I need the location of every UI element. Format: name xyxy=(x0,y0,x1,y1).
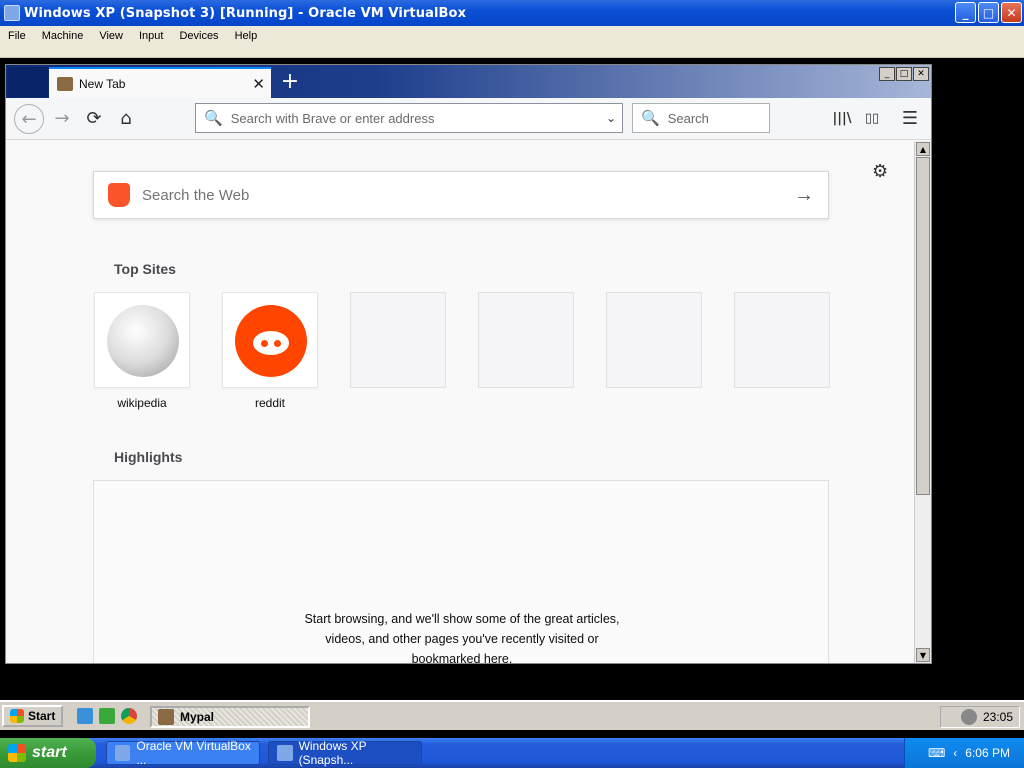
host-start-button[interactable]: start xyxy=(0,738,96,768)
menu-machine[interactable]: Machine xyxy=(34,30,92,42)
top-sites-title: Top Sites xyxy=(114,261,176,277)
search-icon: 🔍 xyxy=(204,110,223,127)
guest-taskbar: Start Mypal 23:05 xyxy=(0,700,1024,730)
host-task-label: Oracle VM VirtualBox ... xyxy=(136,739,251,767)
host-system-tray: ⌨ ‹ 6:06 PM xyxy=(904,738,1024,768)
top-site-tile-reddit[interactable] xyxy=(222,292,318,388)
search-bar-placeholder: Search xyxy=(667,110,709,126)
reddit-face xyxy=(253,331,289,355)
virtualbox-icon xyxy=(115,745,131,761)
virtualbox-icon xyxy=(277,745,293,761)
vbox-toolbar-strip xyxy=(0,46,1024,58)
arrow-right-icon[interactable]: → xyxy=(794,184,814,207)
browser-minimize-button[interactable]: _ xyxy=(879,67,895,81)
top-site-label[interactable]: reddit xyxy=(222,396,318,410)
new-tab-button[interactable]: + xyxy=(278,68,302,94)
keyboard-icon[interactable]: ⌨ xyxy=(928,746,945,760)
highlights-empty-state: Start browsing, and we'll show some of t… xyxy=(93,480,829,663)
vbox-close-button[interactable]: ✕ xyxy=(1001,2,1022,23)
tab-label: New Tab xyxy=(79,76,126,91)
browser-window: New Tab ✕ + _ □ ✕ ← → ⟳ ⌂ 🔍 Search with … xyxy=(5,64,932,664)
menu-input[interactable]: Input xyxy=(131,30,171,42)
host-start-label: start xyxy=(32,744,67,761)
host-task-windows-xp[interactable]: Windows XP (Snapsh... xyxy=(268,739,422,767)
guest-start-button[interactable]: Start xyxy=(2,705,64,727)
search-bar[interactable]: 🔍 Search xyxy=(632,103,770,133)
vbox-maximize-button[interactable]: □ xyxy=(978,2,999,23)
new-tab-page: ⚙ Search the Web → Top Sites wikipedia r… xyxy=(6,141,914,663)
top-site-empty-tile xyxy=(606,292,702,388)
nav-toolbar: ← → ⟳ ⌂ 🔍 Search with Brave or enter add… xyxy=(6,98,931,140)
host-clock: 6:06 PM xyxy=(965,746,1010,760)
web-search-placeholder: Search the Web xyxy=(142,186,250,204)
guest-clock: 23:05 xyxy=(982,710,1013,724)
vbox-minimize-button[interactable]: _ xyxy=(955,2,976,23)
scroll-down-arrow-icon[interactable]: ▼ xyxy=(916,648,930,662)
vbox-window-title: Windows XP (Snapshot 3) [Running] - Orac… xyxy=(24,5,467,21)
host-taskbar: start Oracle VM VirtualBox ... Windows X… xyxy=(0,738,1024,768)
top-site-empty-tile xyxy=(734,292,830,388)
reddit-alien-icon xyxy=(235,305,307,377)
menu-devices[interactable]: Devices xyxy=(171,30,226,42)
windows-flag-icon xyxy=(8,744,26,762)
browser-window-controls: _ □ ✕ xyxy=(879,67,929,81)
chevron-left-icon[interactable]: ‹ xyxy=(953,746,957,760)
browser-close-button[interactable]: ✕ xyxy=(913,67,929,81)
menu-file[interactable]: File xyxy=(0,30,34,42)
chevron-down-icon[interactable]: ⌄ xyxy=(606,111,616,125)
highlights-title: Highlights xyxy=(114,449,183,465)
mypal-favicon-icon xyxy=(57,76,73,91)
vertical-scrollbar[interactable]: ▲ ▼ xyxy=(914,141,931,663)
mypal-icon xyxy=(158,709,174,725)
tray-icon[interactable] xyxy=(960,709,977,725)
vbox-window-controls: _ □ ✕ xyxy=(955,2,1022,23)
vbox-title-bar: Windows XP (Snapshot 3) [Running] - Orac… xyxy=(0,0,1024,26)
windows-flag-icon xyxy=(10,709,24,723)
tab-bar-spacer xyxy=(8,67,48,97)
guest-task-mypal[interactable]: Mypal xyxy=(150,706,310,728)
menu-button[interactable]: ☰ xyxy=(896,104,924,132)
address-bar[interactable]: 🔍 Search with Brave or enter address ⌄ xyxy=(195,103,623,133)
forward-button[interactable]: → xyxy=(48,104,76,132)
top-site-tile-wikipedia[interactable] xyxy=(94,292,190,388)
web-search-box[interactable]: Search the Web → xyxy=(93,171,829,219)
home-button[interactable]: ⌂ xyxy=(112,104,140,132)
guest-system-tray: 23:05 xyxy=(940,706,1020,728)
menu-view[interactable]: View xyxy=(91,30,131,42)
scroll-up-arrow-icon[interactable]: ▲ xyxy=(916,142,930,156)
ie-quicklaunch-icon[interactable] xyxy=(77,708,94,724)
browser-maximize-button[interactable]: □ xyxy=(896,67,912,81)
highlights-message: Start browsing, and we'll show some of t… xyxy=(304,612,620,663)
scrollbar-thumb[interactable] xyxy=(916,157,930,495)
brave-lion-icon xyxy=(108,183,130,207)
gear-icon[interactable]: ⚙ xyxy=(872,161,888,182)
library-button[interactable]: |||\ xyxy=(828,104,856,132)
show-desktop-icon[interactable] xyxy=(99,708,116,724)
back-button[interactable]: ← xyxy=(14,104,44,134)
reddit-eye xyxy=(261,340,268,347)
guest-start-label: Start xyxy=(28,709,56,723)
virtualbox-icon xyxy=(4,5,20,21)
search-icon: 🔍 xyxy=(641,110,660,127)
reload-button[interactable]: ⟳ xyxy=(80,104,108,132)
reddit-eye xyxy=(274,340,281,347)
tab-close-button[interactable]: ✕ xyxy=(252,75,265,93)
guest-task-label: Mypal xyxy=(180,710,215,724)
address-bar-placeholder: Search with Brave or enter address xyxy=(230,110,435,126)
host-task-virtualbox[interactable]: Oracle VM VirtualBox ... xyxy=(106,739,260,767)
host-task-label: Windows XP (Snapsh... xyxy=(298,739,367,767)
wikipedia-globe-icon xyxy=(107,305,179,377)
top-site-empty-tile xyxy=(350,292,446,388)
top-site-label[interactable]: wikipedia xyxy=(94,396,190,410)
vbox-menu-bar: File Machine View Input Devices Help xyxy=(0,26,1024,46)
tab-new-tab[interactable]: New Tab ✕ xyxy=(49,67,271,98)
top-site-empty-tile xyxy=(478,292,574,388)
chrome-quicklaunch-icon[interactable] xyxy=(121,708,138,724)
tab-bar: New Tab ✕ + _ □ ✕ xyxy=(6,65,931,98)
sidebar-button[interactable]: ▯▯ xyxy=(858,104,886,132)
menu-help[interactable]: Help xyxy=(227,30,266,42)
